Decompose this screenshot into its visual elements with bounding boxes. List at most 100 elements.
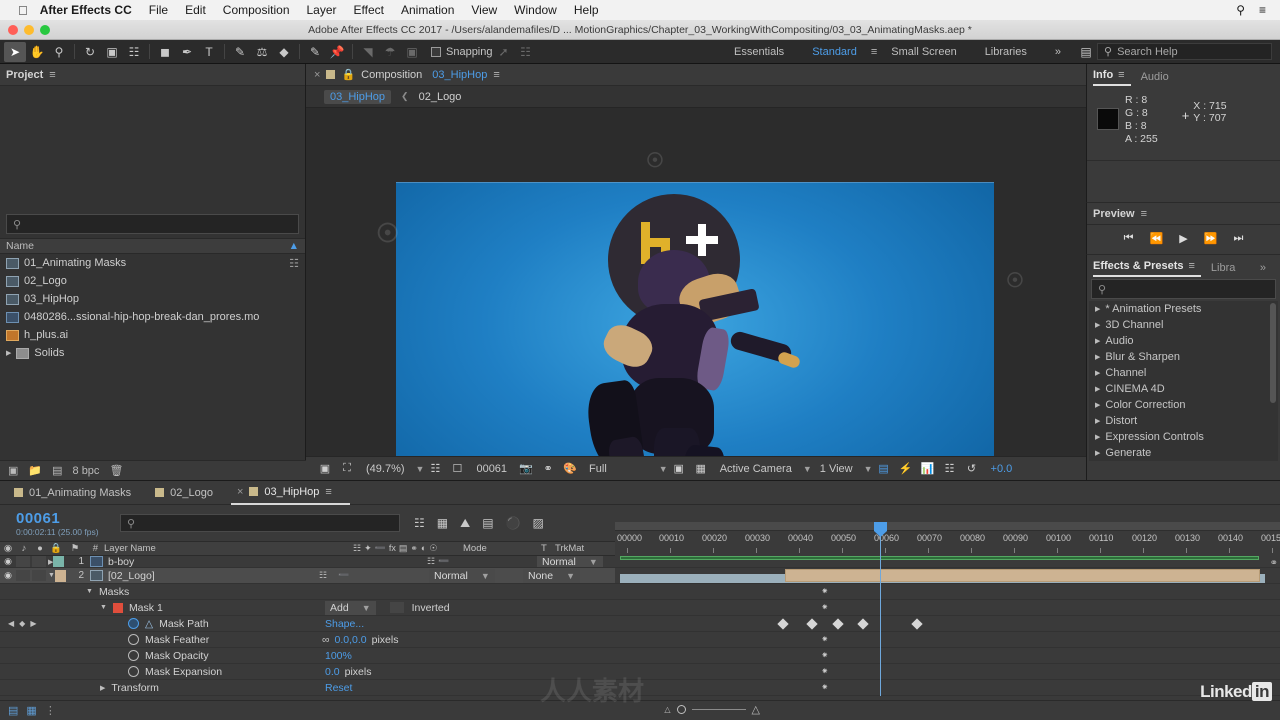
zoom-tool-icon[interactable]: ⚲ <box>48 42 70 62</box>
disclosure-triangle-icon[interactable]: ▶ <box>1095 369 1100 377</box>
show-snapshot-icon[interactable]: ⚭ <box>537 462 559 475</box>
effect-category-distort[interactable]: ▶ Distort <box>1089 413 1278 429</box>
disclosure-triangle-icon[interactable]: ▶ <box>1095 353 1100 361</box>
zoom-slider-knob[interactable] <box>676 705 686 714</box>
table-row-transform[interactable]: ▶ Transform Reset <box>0 680 615 696</box>
tab-libraries[interactable]: Libra <box>1211 262 1243 277</box>
project-item-02-logo[interactable]: 02_Logo <box>0 272 305 290</box>
timeline-tab-bar[interactable]: 01_Animating Masks 02_Logo × 03_HipHop ≡ <box>0 481 1280 505</box>
track-row-mask-1[interactable]: ⁕ <box>615 600 1280 616</box>
disclosure-triangle-icon[interactable]: ▼ <box>100 604 107 611</box>
disclosure-triangle-icon[interactable]: ▶ <box>1095 401 1100 409</box>
quality-switch-icon[interactable]: ➖ <box>338 570 349 581</box>
motion-blur-icon[interactable]: ⚫ <box>506 516 521 531</box>
timeline-graph-icon[interactable]: 📊 <box>917 462 939 475</box>
keyframe-marker[interactable] <box>777 618 789 630</box>
frame-blending-icon[interactable]: ▤ <box>482 516 493 531</box>
audio-toggle-cell[interactable] <box>16 570 30 581</box>
menu-item-composition[interactable]: Composition <box>223 3 290 17</box>
project-item-solids-folder[interactable]: ▶ Solids <box>0 344 305 362</box>
shape-tool-icon[interactable]: ◼ <box>154 42 176 62</box>
collapse-switch-icon[interactable]: ☷ <box>427 556 435 567</box>
comp-flowchart-icon[interactable]: ☷ <box>939 462 961 475</box>
toggle-switches-modes-icon[interactable]: ▤ <box>8 704 18 717</box>
pen-tool-icon[interactable]: ✒ <box>176 42 198 62</box>
timeline-tab-03-hiphop[interactable]: × 03_HipHop ≡ <box>230 481 350 505</box>
timeline-ruler[interactable]: 00000 00010 00020 00030 00040 00050 0006… <box>615 522 1280 556</box>
breadcrumb-item-03-hiphop[interactable]: 03_HipHop <box>324 89 392 104</box>
track-row-02-logo[interactable] <box>615 568 1280 584</box>
tab-effects-and-presets[interactable]: Effects & Presets ≡ <box>1093 260 1201 277</box>
keyframe-marker[interactable] <box>832 618 844 630</box>
quality-switch-icon[interactable]: ➖ <box>438 556 449 567</box>
timeline-panel-menu-icon[interactable]: ≡ <box>325 486 331 498</box>
keyframe-navigator[interactable]: ◀ ◆ ▶ <box>8 619 36 628</box>
delete-icon[interactable]: 🗑 <box>109 464 123 477</box>
project-settings-icon[interactable]: ▤ <box>52 464 62 477</box>
menu-item-view[interactable]: View <box>471 3 497 17</box>
table-row-mask-1[interactable]: ▼ Mask 1 Add ▼ Inverted <box>0 600 615 616</box>
stopwatch-icon[interactable] <box>128 618 139 629</box>
table-row-02-logo[interactable]: ◉ ▼ 2 [02_Logo] ☷ ➖ Normal ▼ None ▼ <box>0 568 615 584</box>
layer-switches[interactable]: ☷ ➖ <box>319 570 429 581</box>
preview-panel-menu-icon[interactable]: ≡ <box>1141 208 1147 220</box>
info-panel[interactable]: Info ≡ Audio R : 8 G : 8 B : 8 A : 255 +… <box>1086 64 1280 202</box>
disclosure-triangle-icon[interactable]: ▶ <box>100 684 105 692</box>
hide-shy-layers-icon[interactable]: ⛰ <box>460 516 470 531</box>
anchor-point-tool-icon[interactable]: ☷ <box>123 42 145 62</box>
sort-ascending-icon[interactable]: ▲ <box>289 240 299 252</box>
camera-value[interactable]: Active Camera <box>712 463 800 475</box>
minimize-icon[interactable] <box>24 25 34 35</box>
menu-item-after-effects[interactable]: After Effects CC <box>40 3 132 17</box>
layer-name[interactable]: b-boy <box>90 556 427 567</box>
keyframe-marker[interactable] <box>806 618 818 630</box>
bit-depth-label[interactable]: 8 bpc <box>73 465 100 477</box>
resize-handle-icon[interactable]: ⋮ <box>45 704 56 717</box>
disclosure-triangle-icon[interactable]: ▶ <box>1095 385 1100 393</box>
effects-search-input[interactable]: ⚲ <box>1091 279 1276 299</box>
next-keyframe-icon[interactable]: ▶ <box>30 619 36 628</box>
workspace-switcher[interactable]: Essentials Standard ≡ Small Screen Libra… <box>720 42 1276 62</box>
video-toggle-icon[interactable]: ◉ <box>0 556 16 567</box>
info-panel-tab-bar[interactable]: Info ≡ Audio <box>1087 64 1280 86</box>
table-row-mask-opacity[interactable]: Mask Opacity 100% <box>0 648 615 664</box>
apple-logo-icon[interactable]:  <box>18 3 28 18</box>
zoom-level-value[interactable]: (49.7%) <box>358 463 413 475</box>
effects-panel-tab-bar[interactable]: Effects & Presets ≡ Libra » <box>1087 255 1280 277</box>
expand-composition-icon[interactable]: ▦ <box>26 704 36 717</box>
menu-item-help[interactable]: Help <box>574 3 599 17</box>
tool-bar[interactable]: ➤ ✋ ⚲ ↻ ▣ ☷ ◼ ✒ T ✎ ⚖ ◆ ✎ 📌 ◥ ☂ ▣ Snappi… <box>0 40 1280 64</box>
close-tab-icon[interactable]: × <box>237 486 243 498</box>
track-row-transform[interactable]: ⁕ <box>615 680 1280 696</box>
property-value[interactable]: 100% <box>325 650 352 662</box>
toggle-mask-icon[interactable]: ▦ <box>690 462 712 475</box>
collapse-switch-icon[interactable]: ☷ <box>319 570 327 581</box>
project-item-01-animating-masks[interactable]: 01_Animating Masks ☷ <box>0 254 305 272</box>
resolution-value[interactable]: Full <box>581 463 615 475</box>
snap-grid-icon[interactable]: ☷ <box>515 42 537 62</box>
camera-tool-icon[interactable]: ▣ <box>101 42 123 62</box>
effect-category-audio[interactable]: ▶ Audio <box>1089 333 1278 349</box>
property-value[interactable]: 0.0 <box>325 666 340 678</box>
notification-center-icon[interactable]: ≡ <box>1259 3 1266 17</box>
disclosure-triangle-icon[interactable]: ▼ <box>86 588 93 595</box>
next-frame-icon[interactable]: ⏩ <box>1204 232 1218 245</box>
composition-panel[interactable]: × 🔒 Composition 03_HipHop ≡ 03_HipHop ❮ … <box>306 64 1086 518</box>
menu-item-file[interactable]: File <box>149 3 168 17</box>
timeline-column-header[interactable]: ◉ ♪ ● 🔒 ⚑ # Layer Name ☷ ✦ ➖ fx ▤ ⚭ ◐ ☉ … <box>0 541 615 556</box>
disclosure-triangle-icon[interactable]: ▶ <box>1095 449 1100 457</box>
effects-panel-menu-icon[interactable]: ≡ <box>1189 260 1195 272</box>
add-keyframe-icon[interactable]: ◆ <box>19 619 25 628</box>
audio-toggle-cell[interactable] <box>16 556 30 567</box>
views-value[interactable]: 1 View <box>812 463 861 475</box>
workspace-overflow-icon[interactable]: » <box>1041 46 1075 58</box>
table-row-mask-path[interactable]: ◀ ◆ ▶ △ Mask Path Shape... <box>0 616 615 632</box>
disclosure-triangle-icon[interactable]: ▶ <box>1095 337 1100 345</box>
project-panel-menu-icon[interactable]: ≡ <box>49 69 55 81</box>
main-view-icon[interactable]: ⛶ <box>336 462 358 475</box>
track-row-mask-expansion[interactable]: ⁕ <box>615 664 1280 680</box>
first-frame-icon[interactable]: ⏮ <box>1124 232 1134 245</box>
table-row-b-boy[interactable]: ◉ ▶ 1 b-boy ☷ ➖ Normal ▼ <box>0 556 615 568</box>
project-item-03-hiphop[interactable]: 03_HipHop <box>0 290 305 308</box>
effects-and-presets-panel[interactable]: Effects & Presets ≡ Libra » ⚲ ▶ * Animati… <box>1086 254 1280 480</box>
